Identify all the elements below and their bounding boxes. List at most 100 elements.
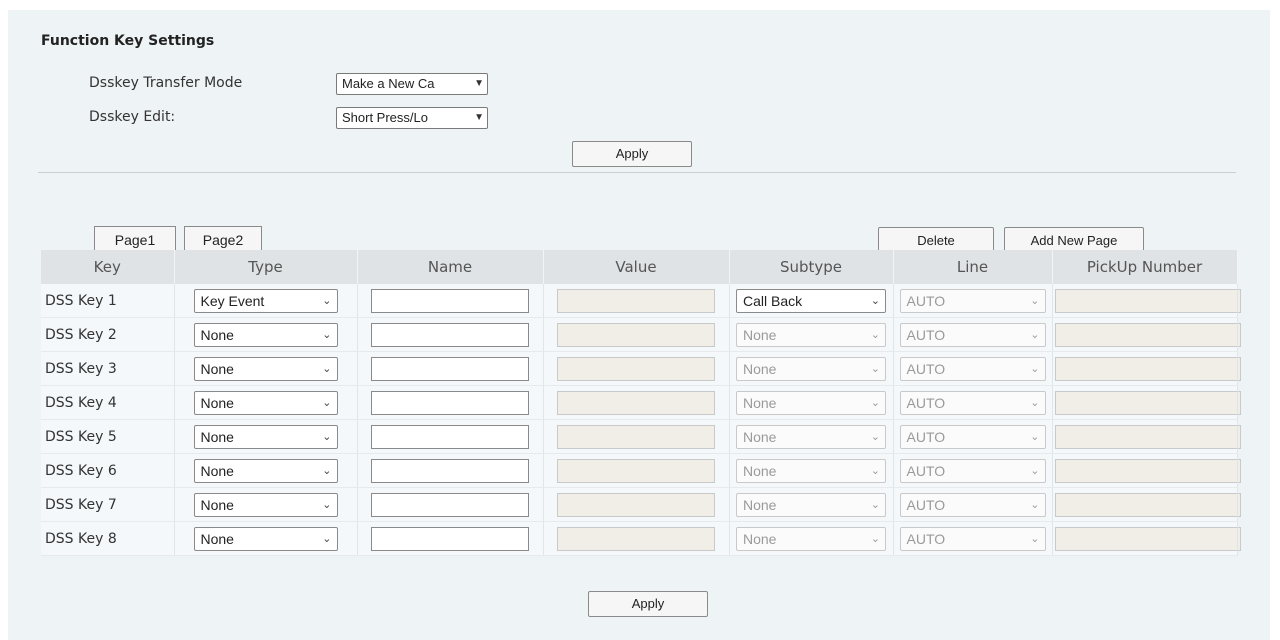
transfer-mode-label: Dsskey Transfer Mode (89, 75, 243, 91)
apply-bottom-button[interactable]: Apply (588, 591, 708, 617)
transfer-mode-value: Make a New Ca (342, 76, 435, 91)
chevron-down-icon: ⌄ (870, 532, 880, 545)
transfer-mode-select[interactable]: Make a New Ca ▼ (336, 73, 488, 95)
pickup-cell (1052, 385, 1241, 420)
name-input[interactable] (371, 288, 529, 313)
line-value: AUTO (906, 292, 946, 309)
column-header-subtype: Subtype (729, 250, 894, 284)
line-select: AUTO ⌄ (899, 492, 1046, 517)
subtype-select: None ⌄ (736, 356, 886, 381)
table-row: DSS Key 6 None ⌄ None ⌄ AUTO ⌄ (41, 453, 1241, 488)
chevron-down-icon: ⌄ (322, 294, 332, 307)
name-input[interactable] (371, 424, 529, 449)
line-value: AUTO (906, 428, 946, 445)
line-cell: AUTO ⌄ (893, 284, 1053, 318)
name-cell (357, 284, 544, 318)
type-select[interactable]: None ⌄ (193, 356, 338, 381)
pickup-number-input (1054, 356, 1241, 381)
subtype-value: Call Back (743, 292, 803, 309)
subtype-value: None (743, 496, 777, 513)
type-value: None (200, 462, 234, 479)
type-value: None (200, 530, 234, 547)
name-input[interactable] (371, 390, 529, 415)
subtype-cell: None ⌄ (729, 487, 894, 522)
table-row: DSS Key 8 None ⌄ None ⌄ AUTO ⌄ (41, 521, 1241, 556)
chevron-down-icon: ⌄ (1030, 464, 1040, 477)
name-input[interactable] (371, 356, 529, 381)
dsskey-edit-select[interactable]: Short Press/Lo ▼ (336, 107, 488, 129)
key-label: DSS Key 2 (45, 326, 117, 343)
name-cell (357, 419, 544, 454)
line-value: AUTO (906, 326, 946, 343)
chevron-down-icon: ⌄ (870, 464, 880, 477)
chevron-down-icon: ▼ (474, 112, 484, 123)
subtype-cell: None ⌄ (729, 419, 894, 454)
line-value: AUTO (906, 530, 946, 547)
pickup-number-input (1054, 288, 1241, 313)
type-cell: None ⌄ (174, 419, 358, 454)
subtype-select[interactable]: Call Back ⌄ (736, 288, 886, 313)
name-input[interactable] (371, 458, 529, 483)
value-cell (543, 521, 730, 556)
name-input[interactable] (371, 322, 529, 347)
column-header-line: Line (893, 250, 1053, 284)
value-input (557, 390, 715, 415)
type-select[interactable]: Key Event ⌄ (193, 288, 338, 313)
type-cell: None ⌄ (174, 453, 358, 488)
column-header-pickup-number: PickUp Number (1052, 250, 1238, 284)
type-select[interactable]: None ⌄ (193, 458, 338, 483)
pickup-number-input (1054, 390, 1241, 415)
line-value: AUTO (906, 360, 946, 377)
type-select[interactable]: None ⌄ (193, 526, 338, 551)
subtype-value: None (743, 428, 777, 445)
type-select[interactable]: None ⌄ (193, 492, 338, 517)
name-input[interactable] (371, 492, 529, 517)
key-cell: DSS Key 4 (41, 385, 175, 420)
subtype-cell: None ⌄ (729, 317, 894, 352)
table-header-row: Key Type Name Value Subtype Line PickUp … (41, 250, 1238, 284)
type-value: None (200, 394, 234, 411)
chevron-down-icon: ⌄ (870, 294, 880, 307)
name-input[interactable] (371, 526, 529, 551)
type-select[interactable]: None ⌄ (193, 390, 338, 415)
line-cell: AUTO ⌄ (893, 453, 1053, 488)
chevron-down-icon: ⌄ (322, 498, 332, 511)
section-divider (38, 172, 1236, 173)
pickup-number-input (1054, 458, 1241, 483)
key-cell: DSS Key 5 (41, 419, 175, 454)
name-cell (357, 453, 544, 488)
line-select: AUTO ⌄ (899, 322, 1046, 347)
value-cell (543, 385, 730, 420)
type-cell: None ⌄ (174, 351, 358, 386)
pickup-number-input (1054, 322, 1241, 347)
type-select[interactable]: None ⌄ (193, 424, 338, 449)
key-label: DSS Key 1 (45, 292, 117, 309)
chevron-down-icon: ⌄ (322, 362, 332, 375)
subtype-value: None (743, 360, 777, 377)
chevron-down-icon: ⌄ (870, 396, 880, 409)
column-header-type: Type (174, 250, 358, 284)
type-cell: None ⌄ (174, 317, 358, 352)
line-value: AUTO (906, 462, 946, 479)
pickup-cell (1052, 419, 1241, 454)
chevron-down-icon: ⌄ (1030, 430, 1040, 443)
chevron-down-icon: ⌄ (870, 362, 880, 375)
type-select[interactable]: None ⌄ (193, 322, 338, 347)
column-header-key: Key (41, 250, 175, 284)
name-cell (357, 487, 544, 522)
apply-top-button[interactable]: Apply (572, 141, 692, 167)
dsskey-edit-value: Short Press/Lo (342, 110, 428, 125)
value-cell (543, 317, 730, 352)
value-input (557, 492, 715, 517)
subtype-cell: None ⌄ (729, 351, 894, 386)
value-input (557, 526, 715, 551)
chevron-down-icon: ⌄ (870, 498, 880, 511)
key-cell: DSS Key 7 (41, 487, 175, 522)
key-cell: DSS Key 8 (41, 521, 175, 556)
key-cell: DSS Key 1 (41, 284, 175, 318)
value-cell (543, 284, 730, 318)
key-label: DSS Key 5 (45, 428, 117, 445)
chevron-down-icon: ⌄ (322, 328, 332, 341)
value-input (557, 458, 715, 483)
chevron-down-icon: ⌄ (322, 464, 332, 477)
